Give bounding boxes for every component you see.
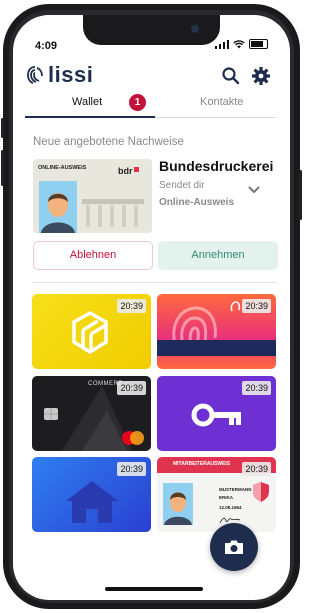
wallet-card[interactable]: 20:39 — [32, 294, 151, 369]
card-time: 20:39 — [242, 381, 271, 395]
wallet-card[interactable]: COMMERZ 20:39 — [32, 376, 151, 451]
section-title: Neue angebotene Nachweise — [33, 136, 184, 148]
card-stripe — [157, 340, 276, 356]
bdr-logo-icon: bdr — [118, 166, 139, 176]
offer-document-name: Online-Ausweis — [159, 197, 235, 208]
card-time: 20:39 — [117, 299, 146, 313]
card-time: 20:39 — [117, 462, 146, 476]
offer-subtitle: Sendet dir — [159, 180, 205, 191]
side-button-right — [299, 170, 302, 220]
home-indicator — [105, 587, 203, 591]
search-icon[interactable] — [221, 66, 241, 86]
card-first-name: ERIKA — [219, 495, 234, 500]
card-date: 12.08.1964 — [219, 505, 242, 510]
card-time: 20:39 — [242, 299, 271, 313]
card-time: 20:39 — [117, 381, 146, 395]
app-name: lissi — [48, 62, 94, 87]
wifi-icon — [233, 39, 245, 48]
active-tab-indicator — [25, 116, 155, 118]
card-header-label: MITARBEITERAUSWEIS — [173, 461, 231, 467]
camera-dot — [191, 25, 199, 33]
fingerprint-small-icon — [230, 301, 241, 312]
chip-icon — [44, 408, 58, 420]
card-time: 20:39 — [242, 462, 271, 476]
svg-text:bdr: bdr — [118, 166, 133, 176]
scan-camera-button[interactable] — [210, 523, 258, 571]
tab-kontakte[interactable]: Kontakte — [200, 96, 243, 108]
wallet-card[interactable]: MITARBEITERAUSWEIS MUSTERMANN ERIKA 12.0… — [157, 457, 276, 532]
portrait-avatar — [163, 483, 193, 525]
reject-button[interactable]: Ablehnen — [33, 241, 153, 270]
house-icon — [66, 481, 118, 523]
app-logo: lissi — [26, 62, 93, 88]
wallet-card[interactable]: 20:39 — [157, 376, 276, 451]
issuer-name: Bundesdruckerei — [159, 158, 274, 174]
fingerprint-logo-icon — [27, 66, 43, 84]
tab-wallet[interactable]: Wallet — [72, 96, 102, 108]
wallet-card[interactable]: 20:39 — [157, 294, 276, 369]
signal-icon — [215, 39, 229, 49]
offer-card-image[interactable]: ONLINE-AUSWEIS bdr — [33, 159, 152, 233]
side-button-left — [1, 150, 4, 186]
card-surname: MUSTERMANN — [219, 487, 252, 492]
wallet-card[interactable]: 20:39 — [32, 457, 151, 532]
section-divider — [33, 282, 277, 283]
key-icon — [191, 403, 241, 427]
chevron-down-icon[interactable] — [247, 185, 261, 195]
camera-icon — [225, 540, 243, 554]
portrait-avatar — [39, 181, 77, 233]
status-icons — [215, 39, 268, 49]
mastercard-icon — [122, 431, 144, 445]
box-logo-icon — [72, 310, 108, 355]
offer-card-label: ONLINE-AUSWEIS — [38, 165, 87, 171]
notch — [83, 15, 220, 45]
notification-badge: 1 — [129, 94, 146, 111]
status-time: 4:09 — [35, 40, 58, 52]
side-button-left — [1, 118, 4, 138]
battery-icon — [249, 39, 268, 49]
brandenburg-gate-icon — [82, 199, 144, 227]
accept-button[interactable]: Annehmen — [158, 241, 278, 270]
shield-icon — [253, 482, 269, 502]
fingerprint-icon — [172, 306, 217, 344]
gear-icon[interactable] — [251, 66, 271, 86]
